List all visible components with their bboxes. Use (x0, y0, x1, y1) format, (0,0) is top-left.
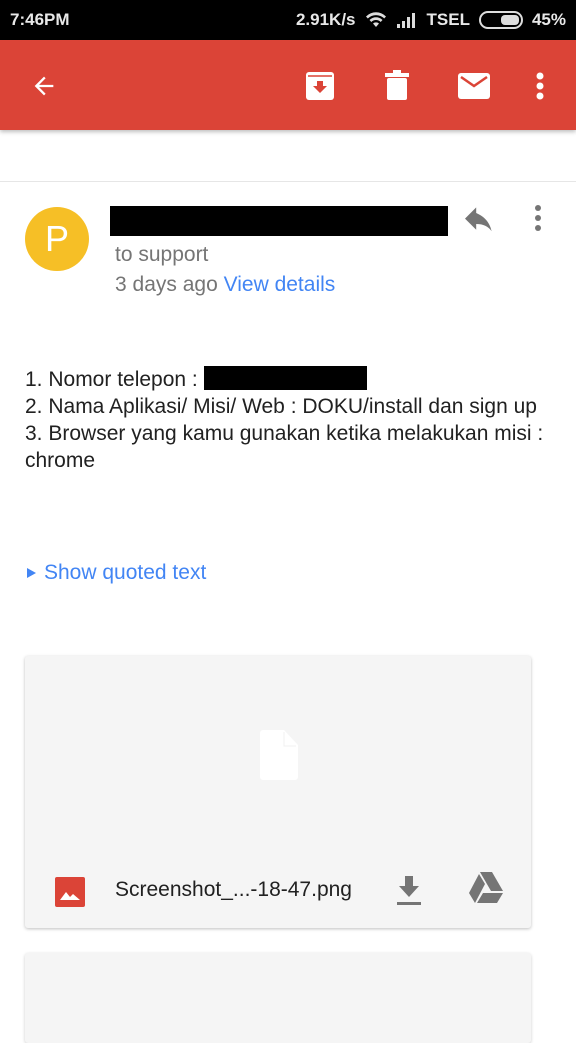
battery-icon (478, 11, 523, 29)
mark-unread-button[interactable] (454, 66, 494, 106)
signal-icon (396, 13, 415, 28)
arrow-back-icon (34, 76, 54, 96)
show-quoted-label: Show quoted text (44, 561, 207, 584)
archive-button[interactable] (300, 66, 340, 106)
body-line-1: 1. Nomor telepon : (25, 368, 204, 391)
message-time: 3 days ago (115, 273, 218, 296)
app-bar (0, 40, 576, 130)
triangle-right-icon (27, 568, 36, 578)
avatar-letter: P (44, 218, 69, 259)
sender-avatar[interactable]: P (25, 207, 89, 271)
phone-redacted (203, 366, 367, 390)
reply-button[interactable] (462, 206, 496, 239)
sender-name-redacted (110, 206, 448, 236)
more-vert-icon (535, 205, 541, 231)
message-body: 1. Nomor telepon : 2. Nama Aplikasi/ Mis… (25, 366, 555, 474)
network-speed: 2.91K/s (295, 10, 356, 29)
download-icon (397, 876, 421, 905)
carrier-name: TSEL (426, 10, 470, 29)
more-vert-icon (536, 72, 544, 100)
trash-icon (385, 70, 409, 100)
battery-level: 45% (531, 10, 566, 29)
delete-button[interactable] (377, 66, 417, 106)
attachment-card[interactable]: Screenshot_...-18-47.png (25, 656, 531, 928)
divider (0, 181, 576, 182)
status-bar: 7:46PM 2.91K/s TSEL 45% (0, 0, 576, 40)
more-options-button[interactable] (520, 66, 560, 106)
attachment-card-2[interactable] (25, 953, 531, 1043)
mail-icon (458, 73, 490, 99)
save-to-drive-button[interactable] (469, 872, 503, 909)
show-quoted-text-link[interactable]: Show quoted text (27, 561, 206, 585)
reply-icon (465, 207, 492, 232)
image-icon (55, 877, 85, 907)
back-button[interactable] (24, 66, 64, 106)
drive-icon (469, 872, 503, 903)
archive-icon (306, 72, 334, 100)
body-line-2: 2. Nama Aplikasi/ Misi/ Web : DOKU/insta… (25, 395, 537, 418)
message-meta: 3 days ago View details (115, 273, 335, 297)
body-line-3: 3. Browser yang kamu gunakan ketika mela… (25, 422, 544, 472)
message-more-button[interactable] (534, 204, 542, 237)
recipient-line: to support (115, 243, 209, 266)
status-time: 7:46PM (10, 10, 70, 29)
download-button[interactable] (397, 876, 421, 911)
file-icon (260, 730, 298, 780)
view-details-link[interactable]: View details (224, 273, 336, 296)
attachment-filename: Screenshot_...-18-47.png (115, 878, 352, 901)
wifi-icon (365, 12, 386, 27)
